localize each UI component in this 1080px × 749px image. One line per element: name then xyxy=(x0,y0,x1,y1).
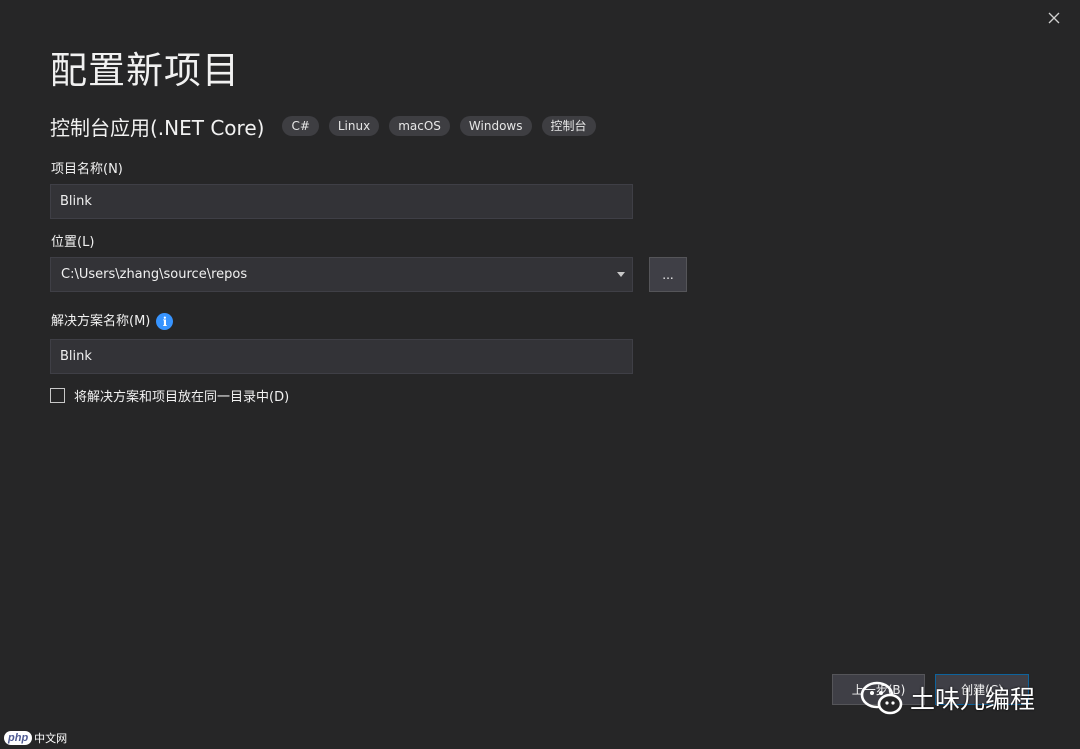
php-site-text: 中文网 xyxy=(34,732,68,745)
tag-console: 控制台 xyxy=(541,116,596,136)
location-value: C:\Users\zhang\source\repos xyxy=(61,267,248,282)
same-directory-option[interactable]: 将解决方案和项目放在同一目录中(D) xyxy=(50,386,289,405)
tag-windows: Windows xyxy=(459,116,532,136)
close-button[interactable] xyxy=(1042,6,1066,30)
location-label: 位置(L) xyxy=(51,235,95,250)
project-name-label: 项目名称(N) xyxy=(51,162,123,177)
tag-linux: Linux xyxy=(328,116,380,136)
solution-name-label-row: 解决方案名称(M) i xyxy=(51,310,174,330)
same-directory-label: 将解决方案和项目放在同一目录中(D) xyxy=(74,390,290,405)
page-title: 配置新项目 xyxy=(50,49,240,92)
php-watermark: php 中文网 xyxy=(4,730,67,746)
chevron-down-icon xyxy=(617,272,625,277)
browse-location-button[interactable]: ... xyxy=(649,257,687,292)
configure-project-dialog: 配置新项目 控制台应用(.NET Core) C# Linux macOS Wi… xyxy=(0,0,1080,749)
template-header: 控制台应用(.NET Core) C# Linux macOS Windows … xyxy=(50,112,606,140)
tag-csharp: C# xyxy=(282,116,319,136)
info-icon[interactable]: i xyxy=(156,313,174,330)
wechat-watermark: 土味儿编程 xyxy=(860,680,1035,716)
location-dropdown-toggle[interactable] xyxy=(610,272,632,277)
project-name-input[interactable] xyxy=(50,184,633,219)
close-icon xyxy=(1048,12,1060,24)
template-name: 控制台应用(.NET Core) xyxy=(50,115,265,140)
solution-name-label: 解决方案名称(M) xyxy=(51,314,151,329)
php-logo: php xyxy=(4,731,33,745)
wechat-watermark-text: 土味儿编程 xyxy=(910,685,1036,714)
tag-macos: macOS xyxy=(389,116,450,136)
solution-name-input[interactable] xyxy=(50,339,633,374)
wechat-icon xyxy=(860,681,903,715)
location-combobox[interactable]: C:\Users\zhang\source\repos xyxy=(50,257,633,292)
same-directory-checkbox[interactable] xyxy=(50,388,65,403)
